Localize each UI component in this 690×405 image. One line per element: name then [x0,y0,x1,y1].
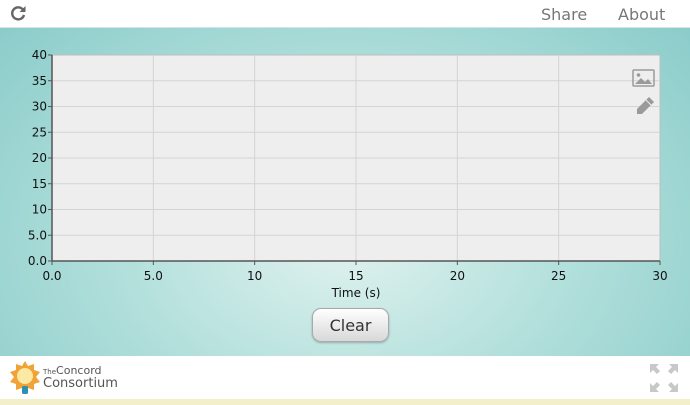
x-tick-label: 25 [551,269,566,283]
lightbulb-icon [10,361,40,394]
y-tick-label: 10 [32,203,47,217]
footer-strip [0,399,690,405]
graph[interactable]: 0.0 5.0 10 15 20 25 30 0.0 5.0 10 15 20 25 30 35 40 Ti… [0,27,690,307]
x-tick-label: 30 [652,269,667,283]
y-tick-labels: 0.0 5.0 10 15 20 25 30 35 40 [28,48,52,268]
y-tick-label: 20 [32,151,47,165]
y-tick-label: 5.0 [28,228,47,242]
y-tick-label: 15 [32,177,47,191]
clear-button[interactable]: Clear [312,308,389,342]
y-tick-label: 30 [32,100,47,114]
top-bar: Share About [0,0,690,28]
logo-consortium: Consortium [43,376,118,391]
x-tick-label: 20 [450,269,465,283]
share-link[interactable]: Share [541,5,587,24]
x-axis-label: Time (s) [331,286,381,300]
y-tick-label: 25 [32,125,47,139]
x-tick-label: 5.0 [144,269,163,283]
y-tick-label: 35 [32,74,47,88]
x-tick-label: 0.0 [42,269,61,283]
y-tick-label: 0.0 [28,254,47,268]
fullscreen-icon[interactable] [648,362,680,394]
logo-the: The [43,368,57,376]
reload-icon[interactable] [8,3,28,23]
concord-consortium-logo[interactable]: TheConcord Consortium [9,360,129,396]
y-tick-label: 40 [32,48,47,62]
about-link[interactable]: About [618,5,665,24]
x-tick-labels: 0.0 5.0 10 15 20 25 30 [42,261,668,283]
x-tick-label: 10 [247,269,262,283]
footer: TheConcord Consortium [0,356,690,399]
x-tick-label: 15 [348,269,363,283]
